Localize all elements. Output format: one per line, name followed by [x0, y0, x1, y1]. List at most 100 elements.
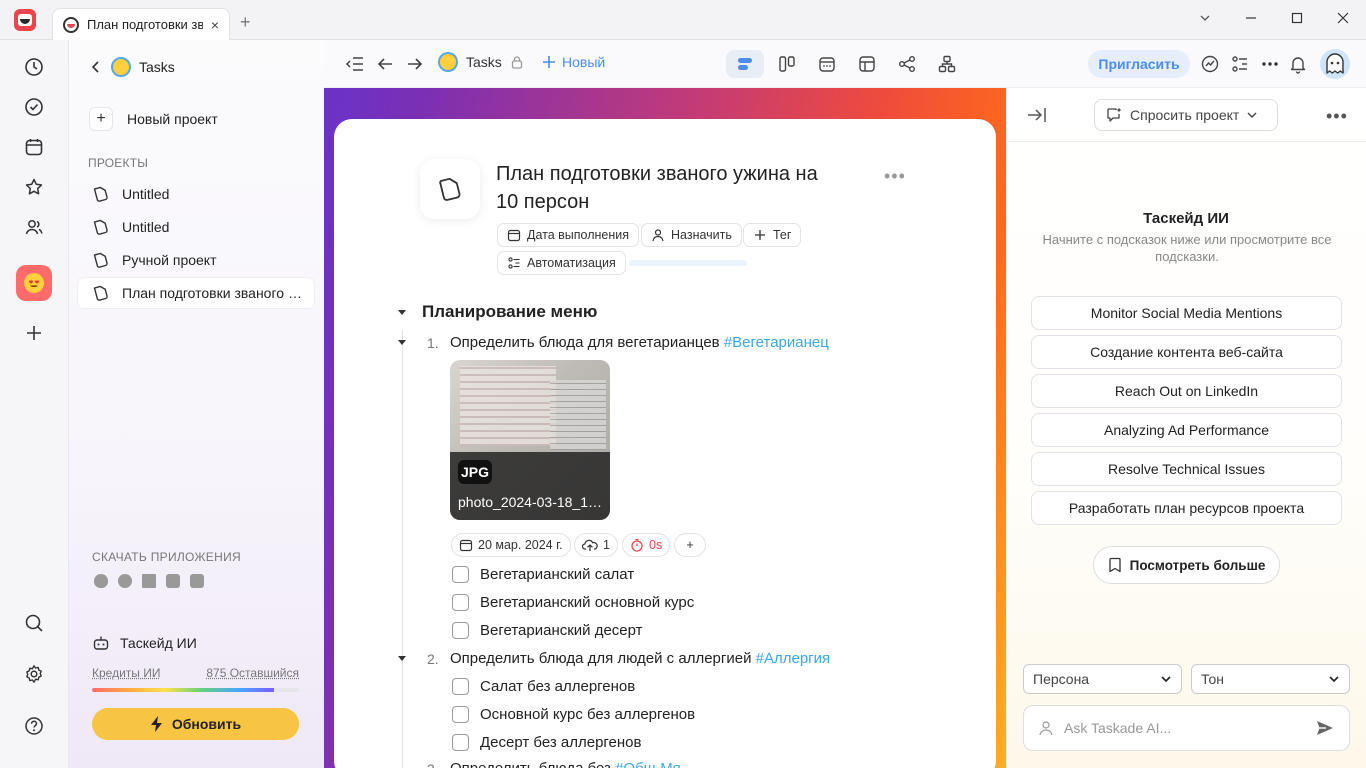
app-store-icon[interactable] [166, 574, 180, 588]
image-attachment[interactable]: JPG photo_2024-03-18_10-25-41.jpg [450, 360, 610, 520]
subtask-checkbox[interactable] [452, 734, 469, 751]
automation-chip[interactable]: Автоматизация [497, 251, 626, 275]
more-options-icon[interactable] [1258, 52, 1282, 76]
back-arrow-icon[interactable] [373, 52, 397, 76]
ai-panel-subtitle: Начните с подсказок ниже или просмотрите… [1042, 232, 1332, 264]
settings-gear-icon[interactable] [22, 662, 46, 686]
ask-project-dropdown[interactable]: Спросить проект [1094, 99, 1278, 131]
automation-flow-icon[interactable] [1228, 52, 1252, 76]
upgrade-button[interactable]: Обновить [92, 708, 299, 740]
favorites-star-icon[interactable] [22, 175, 46, 199]
sidebar-project-item-active[interactable]: План подготовки званого ужина на 10 перс… [78, 278, 314, 308]
tone-select[interactable]: Тон [1191, 664, 1350, 694]
ai-chat-input[interactable] [1064, 720, 1305, 736]
tab-list-chevron-icon[interactable] [1182, 0, 1228, 36]
invite-button[interactable]: Пригласить [1088, 50, 1190, 78]
suggestion-button[interactable]: Reach Out on LinkedIn [1031, 374, 1342, 408]
subtask-label[interactable]: Десерт без аллергенов [480, 734, 641, 751]
search-icon[interactable] [22, 611, 46, 635]
subtask-label[interactable]: Салат без аллергенов [480, 678, 635, 695]
calendar-view-icon[interactable] [815, 52, 839, 76]
maximize-button[interactable] [1274, 0, 1320, 36]
subtask-label[interactable]: Вегетарианский основной курс [480, 594, 694, 611]
collapse-sidebar-icon[interactable] [343, 52, 367, 76]
board-view-icon[interactable] [775, 52, 799, 76]
subtask-label[interactable]: Основной курс без аллергенов [480, 706, 695, 723]
assign-chip[interactable]: Назначить [641, 223, 742, 247]
sidebar-project-item[interactable]: Ручной проект [78, 245, 314, 275]
due-date-badge[interactable]: 20 мар. 2024 г. [451, 533, 571, 557]
suggestion-button[interactable]: Resolve Technical Issues [1031, 452, 1342, 486]
apple-icon[interactable] [94, 574, 108, 588]
subtask-checkbox[interactable] [452, 678, 469, 695]
app-logo-icon[interactable] [14, 9, 36, 31]
see-more-button[interactable]: Посмотреть больше [1093, 546, 1280, 584]
toolbar-project-breadcrumb[interactable]: Tasks [438, 52, 524, 72]
sidebar-project-item[interactable]: Untitled [78, 212, 314, 242]
add-workspace-plus-icon[interactable] [22, 321, 46, 345]
workspace-emoji-button[interactable] [16, 265, 52, 301]
suggestion-button[interactable]: Analyzing Ad Performance [1031, 413, 1342, 447]
task-tag[interactable]: #Аллергия [756, 650, 831, 667]
collapse-section-icon[interactable] [398, 310, 406, 315]
task-item[interactable]: Определить блюда для вегетарианцев #Веге… [450, 334, 829, 351]
due-date-chip[interactable]: Дата выполнения [497, 223, 640, 247]
windows-icon[interactable] [142, 574, 156, 588]
task-item[interactable]: Определить блюда без #Общ Мя [450, 760, 681, 768]
document-more-icon[interactable]: ••• [884, 166, 906, 187]
people-icon[interactable] [22, 215, 46, 239]
taskade-ai-link[interactable]: Таскейд ИИ [92, 634, 197, 652]
browser-tab[interactable]: План подготовки зва... × [52, 8, 230, 40]
new-item-button[interactable]: Новый [542, 54, 605, 70]
timer-icon [631, 538, 643, 552]
suggestion-button[interactable]: Создание контента веб-сайта [1031, 335, 1342, 369]
help-question-icon[interactable] [22, 714, 46, 738]
add-meta-button[interactable]: + [674, 533, 706, 557]
panel-more-icon[interactable]: ••• [1326, 106, 1348, 127]
recent-clock-icon[interactable] [22, 55, 46, 79]
section-heading[interactable]: Планирование меню [422, 302, 597, 322]
comments-badge[interactable]: 1 [574, 533, 618, 557]
notifications-bell-icon[interactable] [1286, 52, 1310, 76]
document-title[interactable]: План подготовки званого ужина на 10 перс… [496, 160, 826, 216]
task-tag[interactable]: #Общ Мя [615, 760, 681, 768]
minimize-button[interactable] [1228, 0, 1274, 36]
suggestion-button[interactable]: Monitor Social Media Mentions [1031, 296, 1342, 330]
subtask-checkbox[interactable] [452, 622, 469, 639]
subtask-checkbox[interactable] [452, 594, 469, 611]
subtask-label[interactable]: Вегетарианский салат [480, 566, 634, 583]
collapse-item-icon[interactable] [398, 656, 406, 661]
list-view-icon[interactable] [733, 52, 757, 76]
suggestion-button[interactable]: Разработать план ресурсов проекта [1031, 491, 1342, 525]
org-chart-view-icon[interactable] [935, 52, 959, 76]
table-view-icon[interactable] [855, 52, 879, 76]
chevron-left-icon [91, 61, 99, 73]
task-tag[interactable]: #Вегетарианец [724, 334, 829, 351]
send-icon[interactable] [1315, 718, 1335, 738]
tab-title: План подготовки зва... [87, 17, 203, 32]
forward-arrow-icon[interactable] [403, 52, 427, 76]
mindmap-view-icon[interactable] [895, 52, 919, 76]
subtask-label[interactable]: Вегетарианский десерт [480, 622, 643, 639]
user-avatar[interactable] [1320, 49, 1350, 79]
tasks-check-icon[interactable] [22, 95, 46, 119]
ai-agent-icon[interactable] [1198, 52, 1222, 76]
collapse-panel-icon[interactable] [1026, 104, 1048, 126]
task-item[interactable]: Определить блюда для людей с аллергией #… [450, 650, 830, 667]
close-window-button[interactable] [1320, 0, 1366, 36]
new-project-button[interactable]: + Новый проект [89, 107, 218, 131]
timer-badge[interactable]: 0s [622, 533, 671, 557]
subtask-checkbox[interactable] [452, 566, 469, 583]
persona-select[interactable]: Персона [1023, 664, 1182, 694]
back-to-workspace[interactable]: Tasks [89, 57, 175, 77]
android-icon[interactable] [190, 574, 204, 588]
tag-chip[interactable]: Тег [743, 223, 802, 247]
collapse-item-icon[interactable] [398, 340, 406, 345]
new-tab-button[interactable]: + [240, 12, 251, 33]
calendar-icon[interactable] [22, 135, 46, 159]
sidebar-project-item[interactable]: Untitled [78, 179, 314, 209]
subtask-checkbox[interactable] [452, 706, 469, 723]
project-document-icon[interactable] [420, 159, 480, 219]
chrome-icon[interactable] [118, 574, 132, 588]
tab-close-button[interactable]: × [211, 17, 219, 33]
